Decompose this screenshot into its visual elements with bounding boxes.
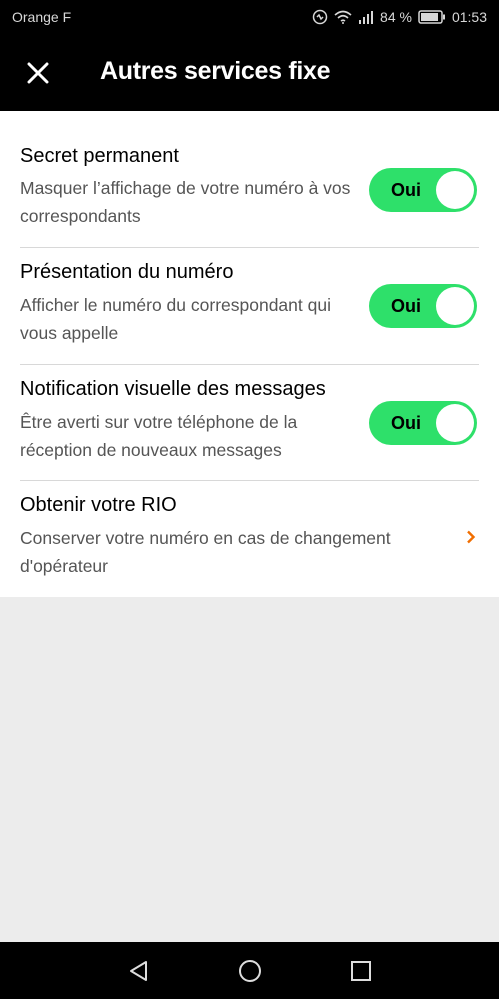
secret-permanent-toggle[interactable]: Oui [369, 168, 477, 212]
setting-title: Présentation du numéro [20, 261, 234, 283]
setting-obtenir-rio[interactable]: Obtenir votre RIO Conserver votre numéro… [0, 481, 499, 597]
back-button[interactable] [124, 956, 154, 986]
toggle-knob [436, 287, 474, 325]
status-icons: 84 % 01:53 [312, 9, 487, 25]
settings-list: Secret permanent Masquer l’affichage de … [0, 111, 499, 597]
setting-title: Secret permanent [20, 145, 179, 167]
setting-notification-visuelle: Notification visuelle des messages Être … [0, 365, 499, 481]
battery-icon [418, 10, 445, 24]
status-bar: Orange F 84 % 01:53 [0, 0, 499, 36]
setting-description: Conserver votre numéro en cas de changem… [20, 528, 391, 576]
setting-description: Masquer l’affichage de votre numéro à vo… [20, 178, 351, 226]
wifi-icon [334, 10, 352, 24]
recents-icon [351, 961, 371, 981]
setting-secret-permanent: Secret permanent Masquer l’affichage de … [0, 111, 499, 247]
setting-description: Afficher le numéro du correspondant qui … [20, 295, 331, 343]
battery-percent: 84 % [380, 9, 412, 25]
page-title: Autres services fixe [100, 57, 331, 85]
signal-icon [359, 11, 374, 24]
setting-title: Obtenir votre RIO [20, 494, 177, 516]
close-button[interactable] [20, 55, 56, 91]
carrier-name: Orange F [12, 9, 72, 25]
app-bar: Autres services fixe [0, 36, 499, 111]
setting-title: Notification visuelle des messages [20, 378, 326, 400]
chevron-right-icon[interactable] [466, 530, 476, 544]
clock: 01:53 [451, 9, 487, 25]
back-icon [130, 961, 147, 981]
presentation-numero-toggle[interactable]: Oui [369, 284, 477, 328]
nfc-icon [312, 9, 328, 25]
setting-description: Être averti sur votre téléphone de la ré… [20, 412, 298, 460]
navigation-bar [0, 942, 499, 999]
notification-visuelle-toggle[interactable]: Oui [369, 401, 477, 445]
toggle-label: Oui [391, 180, 421, 200]
home-icon [239, 960, 261, 982]
recents-button[interactable] [346, 956, 376, 986]
setting-presentation-numero: Présentation du numéro Afficher le numér… [0, 248, 499, 364]
home-button[interactable] [235, 956, 265, 986]
toggle-label: Oui [391, 413, 421, 433]
toggle-label: Oui [391, 296, 421, 316]
close-icon [27, 62, 49, 84]
toggle-knob [436, 404, 474, 442]
toggle-knob [436, 171, 474, 209]
